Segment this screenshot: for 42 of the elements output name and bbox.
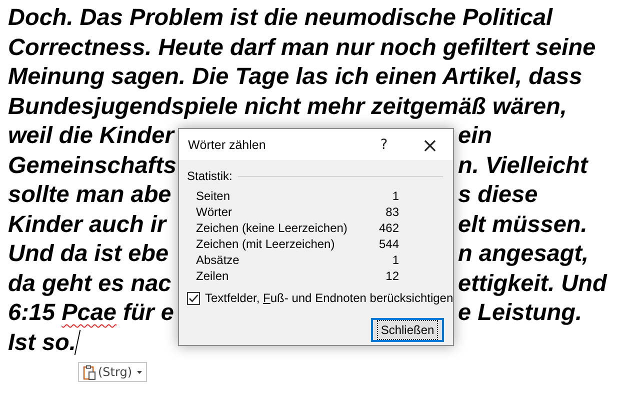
stat-label: Absätze <box>196 252 240 268</box>
clipboard-icon <box>83 364 96 380</box>
text-line: Ist so. <box>8 330 76 355</box>
text-line: sollte man abe <box>8 182 172 208</box>
dialog-title: Wörter zählen <box>188 138 267 152</box>
checkbox-label[interactable]: Textfelder, Fuß- und Endnoten berücksichtigen <box>205 291 454 305</box>
stat-value: 1 <box>391 188 399 204</box>
stat-value: 544 <box>378 236 399 252</box>
text-line: ettigkeit. Und <box>458 270 607 296</box>
text-line: Bundesjugendspiele nicht mehr zeitgemäß wären, <box>8 94 567 119</box>
text-line: 6:15 Pcae für e <box>8 300 174 326</box>
text-cursor <box>74 330 81 355</box>
text-line: n. Vielleicht <box>458 152 588 178</box>
stat-label: Wörter <box>196 204 233 220</box>
stat-value: 83 <box>384 204 399 220</box>
close-button[interactable]: × <box>407 129 453 160</box>
close-dialog-button[interactable]: Schließen <box>371 318 444 342</box>
checkbox[interactable] <box>187 292 200 304</box>
stat-value: 1 <box>391 252 399 268</box>
text-line: e Leistung. <box>458 300 582 326</box>
text-line: Correctness. Heute darf man nur noch gefiltert seine <box>8 34 596 60</box>
stat-label: Zeichen (keine Leerzeichen) <box>196 220 348 236</box>
stat-value: 12 <box>384 268 399 284</box>
text-line: Und da ist ebe <box>8 241 169 266</box>
text-line: Doch. Das Problem ist die neumodische Political <box>8 5 553 30</box>
group-label: Statistik: <box>187 169 232 183</box>
stat-value: 462 <box>378 220 399 236</box>
stat-label: Zeichen (mit Leerzeichen) <box>196 236 336 252</box>
paste-options-button[interactable]: (Strg) <box>78 362 148 382</box>
text-line: Meinung sagen. Die Tage las ich einen Artikel, dass <box>8 64 582 90</box>
stat-label: Zeilen <box>196 268 230 284</box>
help-button[interactable]: ? <box>361 129 407 160</box>
text-line: n angesagt, <box>458 241 589 266</box>
text-line: da geht es nac <box>8 270 172 296</box>
text-line: Kinder auch ir <box>8 212 166 237</box>
text-line: s diese <box>458 182 538 208</box>
text-line: Gemeinschafts <box>8 152 176 178</box>
text-line: elt müssen. <box>458 212 588 237</box>
caret-icon <box>137 370 142 374</box>
text-line: ein <box>458 123 492 148</box>
text-line: weil die Kinder <box>8 123 174 148</box>
stat-label: Seiten <box>196 188 232 204</box>
